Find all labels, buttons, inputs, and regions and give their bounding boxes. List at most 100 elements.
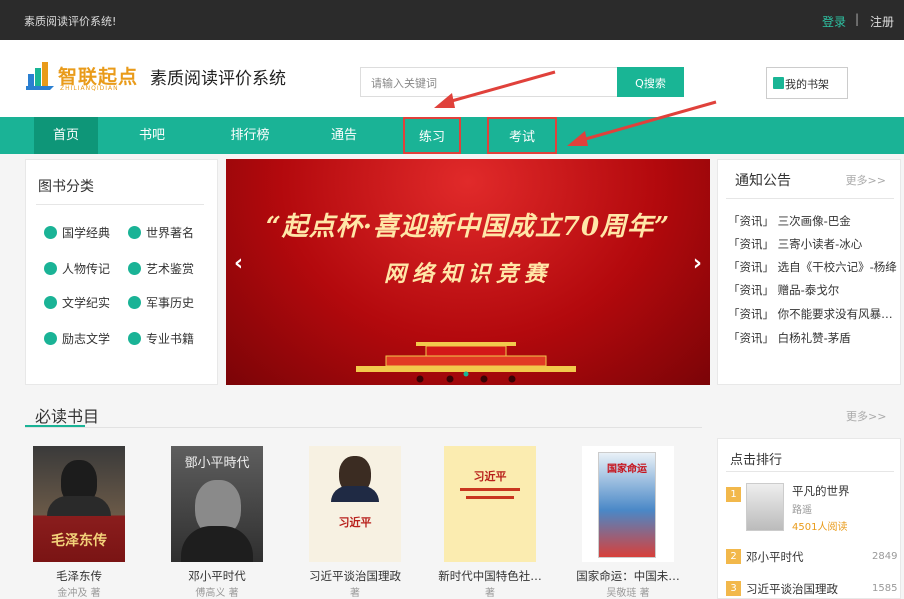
notice-item[interactable]: 「资讯」 三寄小读者-冰心 [728,236,904,252]
category-item[interactable]: 国学经典 [42,224,110,241]
search-button[interactable]: Q搜索 [617,67,684,97]
category-item[interactable]: 文学纪实 [42,294,110,311]
category-title: 图书分类 [38,179,94,195]
book-thumbnail[interactable] [746,483,784,531]
book-card[interactable]: 习近平 新时代中国特色社… 著 [430,446,550,599]
rank-badge: 3 [726,581,741,596]
search-input[interactable]: 请输入关键词 [360,67,618,97]
category-panel: 图书分类 国学经典 世界著名 人物传记 艺术鉴赏 文学纪实 军事历史 励志文学 … [25,159,218,385]
my-bookshelf-button[interactable]: 我的书架 [766,67,848,99]
nav-announcement[interactable]: 通告 [312,117,376,154]
separator: | [854,12,859,26]
category-item[interactable]: 世界著名 [126,224,194,241]
book-title[interactable]: 国家命运：中国未… [568,568,688,584]
book-cover[interactable]: 鄧小平時代 [171,446,263,562]
banner-headline: “起点杯·喜迎新中国成立70周年” [265,212,671,242]
book-title[interactable]: 毛泽东传 [19,568,139,584]
book-icon [128,332,141,345]
notice-item[interactable]: 「资讯」 你不能要求没有风暴的… [728,306,904,322]
site-title: 素质阅读评价系统 [150,69,286,89]
main-nav: 首页 书吧 排行榜 通告 练习 考试 [0,117,904,154]
section-underline [25,425,85,427]
book-author: 吴敬琏 著 [606,588,650,599]
divider [36,204,204,205]
rank-book-title[interactable]: 邓小平时代 [746,549,804,565]
category-item[interactable]: 专业书籍 [126,330,194,347]
nav-home[interactable]: 首页 [34,117,98,154]
person-icon [44,262,57,275]
bookshelf-label: 我的书架 [785,78,829,91]
rank-book-title[interactable]: 习近平谈治国理政 [746,581,838,597]
banner-carousel[interactable]: “起点杯·喜迎新中国成立70周年” 网络知识竞赛 ‹ › [226,159,710,385]
palette-icon [128,262,141,275]
book-card[interactable]: 鄧小平時代 邓小平时代 傅高义 著 [157,446,277,599]
book-author: 著 [350,588,360,599]
book-cover[interactable]: 习近平 [444,446,536,562]
divider [726,471,894,472]
rank-book-title[interactable]: 平凡的世界 [792,483,850,499]
cover-title: 习近平 [338,516,372,529]
trophy-icon [44,332,57,345]
cover-title: 国家命运 [607,464,647,475]
must-read-more-link[interactable]: 更多>> [846,408,886,424]
cover-title: 鄧小平時代 [184,456,250,471]
nav-ranking[interactable]: 排行榜 [218,117,282,154]
notice-item[interactable]: 「资讯」 选自《干校六记》-杨绛 [728,259,904,275]
book-card[interactable]: 毛泽东传 毛泽东传 金冲及 著 [19,446,139,599]
category-label: 世界著名 [146,226,195,240]
banner-subheadline: 网络知识竞赛 [383,261,552,287]
logo-icon [26,62,54,90]
nav-book-bar[interactable]: 书吧 [120,117,184,154]
rank-count: 1585 [872,583,898,594]
book-title[interactable]: 邓小平时代 [157,568,277,584]
login-link[interactable]: 登录 [822,13,846,30]
book-author: 金冲及 著 [57,588,101,599]
welcome-text: 素质阅读评价系统! [24,15,117,28]
divider [726,198,894,199]
rank-read-count: 4501人阅读 [792,522,848,533]
emblem-icon [128,296,141,309]
feather-icon [44,296,57,309]
cover-title: 毛泽东传 [51,533,107,549]
header: 智联起点 ZHILIANQIDIAN 素质阅读评价系统 请输入关键词 Q搜索 我… [0,40,904,117]
logo-subtext: ZHILIANQIDIAN [60,85,119,92]
notice-more-link[interactable]: 更多>> [846,172,886,188]
notice-item[interactable]: 「资讯」 赠品-泰戈尔 [728,282,904,298]
rank-book-author: 路遥 [792,505,812,516]
nav-exam[interactable]: 考试 [487,117,557,154]
book-title[interactable]: 习近平谈治国理政 [295,568,415,584]
category-item[interactable]: 艺术鉴赏 [126,260,194,277]
category-item[interactable]: 励志文学 [42,330,110,347]
bookshelf-icon [773,77,784,89]
category-item[interactable]: 人物传记 [42,260,110,277]
tiananmen-illustration [356,342,576,383]
book-card[interactable]: 国家命运 国家命运：中国未… 吴敬琏 著 [568,446,688,599]
category-label: 励志文学 [62,332,111,346]
globe-icon [128,226,141,239]
carousel-next-button[interactable]: › [693,251,702,276]
book-cover[interactable]: 国家命运 [582,446,674,562]
notice-panel: 通知公告 更多>> 「资讯」 三次画像-巴金 「资讯」 三寄小读者-冰心 「资讯… [717,159,904,385]
must-read-title: 必读书目 [35,407,100,426]
book-cover[interactable]: 毛泽东传 [33,446,125,562]
category-label: 艺术鉴赏 [146,262,195,276]
register-link[interactable]: 注册 [870,13,894,30]
rank-badge: 2 [726,549,741,564]
cover-title: 习近平 [473,470,507,483]
carousel-prev-button[interactable]: ‹ [234,251,243,276]
book-card[interactable]: 习近平 习近平谈治国理政 著 [295,446,415,599]
category-item[interactable]: 军事历史 [126,294,194,311]
book-cover[interactable]: 习近平 [309,446,401,562]
book-title[interactable]: 新时代中国特色社… [430,568,550,584]
rank-count: 2849 [872,551,898,562]
notice-item[interactable]: 「资讯」 三次画像-巴金 [728,213,904,229]
book-author: 著 [485,588,495,599]
category-label: 军事历史 [146,296,195,310]
category-label: 人物传记 [62,262,111,276]
category-label: 国学经典 [62,226,111,240]
notice-item[interactable]: 「资讯」 白杨礼赞-茅盾 [728,330,904,346]
rank-badge: 1 [726,487,741,502]
category-label: 文学纪实 [62,296,111,310]
section-divider [25,427,702,428]
nav-practice[interactable]: 练习 [403,117,461,154]
